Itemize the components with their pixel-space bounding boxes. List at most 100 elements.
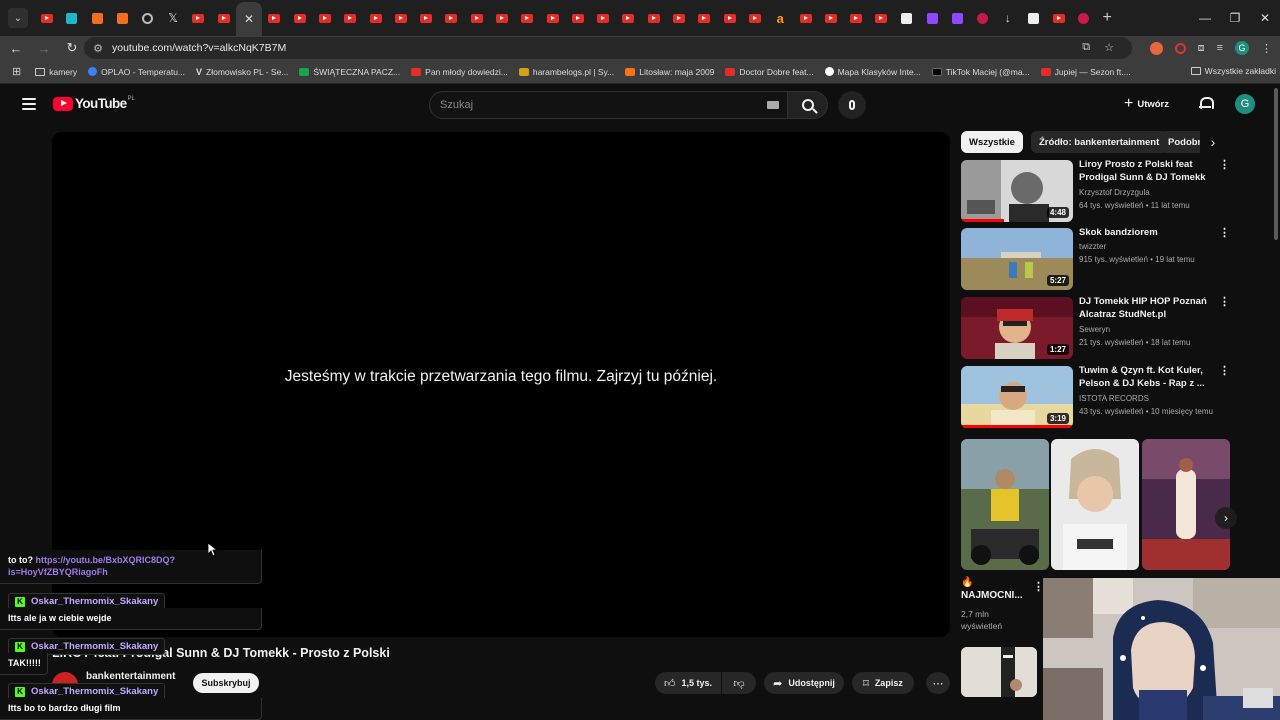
browser-tab[interactable] <box>186 4 211 32</box>
extensions-puzzle-icon[interactable]: ⧈ <box>1198 42 1205 55</box>
browser-tab[interactable] <box>1021 4 1046 32</box>
browser-tab[interactable]: 𝕏 <box>160 4 185 32</box>
browser-tab[interactable] <box>363 4 388 32</box>
keyboard-icon[interactable] <box>767 101 779 109</box>
browser-tab[interactable] <box>135 4 160 32</box>
new-tab-button[interactable]: + <box>1102 9 1111 27</box>
short-title[interactable]: NAJMOCNI... <box>961 590 1023 601</box>
browser-tab[interactable] <box>312 4 337 32</box>
recommendation-channel[interactable]: Seweryn <box>1079 325 1110 334</box>
recommendation-channel[interactable]: Krzysztof Drzyzgula <box>1079 188 1150 197</box>
browser-tab[interactable] <box>110 4 135 32</box>
recommendation-item[interactable]: 4:48 Liroy Prosto z Polski feat Prodigal … <box>961 158 1231 222</box>
browser-tab[interactable] <box>85 4 110 32</box>
chip-similar[interactable]: Podobne <box>1160 131 1200 153</box>
browser-tab[interactable] <box>1071 4 1096 32</box>
browser-tab[interactable]: ✕ <box>236 2 262 36</box>
browser-tab[interactable] <box>641 4 666 32</box>
kebab-menu-icon[interactable]: ⋮ <box>1261 42 1272 55</box>
browser-tab[interactable] <box>616 4 641 32</box>
short-thumbnail[interactable] <box>1142 439 1230 570</box>
browser-tab[interactable] <box>970 4 995 32</box>
browser-tab[interactable] <box>666 4 691 32</box>
back-icon[interactable]: ← <box>4 36 28 60</box>
recommendation-title[interactable]: Tuwim & Qzyn ft. Kot Kuler, Pelson & DJ … <box>1079 364 1219 390</box>
recommendation-thumbnail[interactable] <box>961 647 1037 697</box>
chip-all[interactable]: Wszystkie <box>961 131 1023 153</box>
dislike-button[interactable]: 👎︎ <box>722 672 756 694</box>
close-tab-icon[interactable]: ✕ <box>244 12 254 26</box>
browser-tab[interactable] <box>489 4 514 32</box>
apps-grid-icon[interactable]: ⊞ <box>12 65 21 78</box>
more-vertical-icon[interactable]: ⋮ <box>1219 160 1230 171</box>
account-avatar[interactable]: G <box>1235 94 1255 114</box>
search-button[interactable] <box>788 91 828 119</box>
site-info-icon[interactable]: ⚙ <box>88 42 108 55</box>
browser-tab[interactable] <box>844 4 869 32</box>
browser-tab[interactable] <box>692 4 717 32</box>
recommendation-item[interactable]: 1:27 DJ Tomekk HIP HOP Poznań Alcatraz St… <box>961 295 1231 359</box>
browser-tab[interactable] <box>894 4 919 32</box>
browser-tab[interactable] <box>388 4 413 32</box>
address-bar[interactable]: ⚙ youtube.com/watch?v=alkcNqK7B7M ⧉ ☆ <box>84 37 1132 59</box>
recommendation-item[interactable]: 5:27 Skok bandziorem twizzter 915 tys. wyśw… <box>961 226 1231 290</box>
more-vertical-icon[interactable]: ⋮ <box>1219 228 1230 239</box>
media-control-icon[interactable]: ≡ <box>1217 42 1223 54</box>
recommendation-channel[interactable]: twizzter <box>1079 242 1106 251</box>
recommendation-channel[interactable]: ISTOTA RECORDS <box>1079 394 1149 403</box>
bookmark-item[interactable]: kamery <box>35 67 77 77</box>
more-vertical-icon[interactable]: ⋮ <box>1219 366 1230 377</box>
recommendation-thumbnail[interactable]: 5:27 <box>961 228 1073 290</box>
search-input[interactable] <box>430 92 730 118</box>
bookmark-star-icon[interactable]: ☆ <box>1104 41 1114 54</box>
recommendation-title[interactable]: DJ Tomekk HIP HOP Poznań Alcatraz StudNe… <box>1079 295 1219 321</box>
chevron-right-icon[interactable]: › <box>1204 133 1222 151</box>
minimize-icon[interactable]: — <box>1190 0 1220 36</box>
recommendation-title[interactable]: Skok bandziorem <box>1079 226 1219 239</box>
extension-icon[interactable] <box>1174 42 1186 54</box>
bookmark-item[interactable]: V Złomowisko PL - Se... <box>196 67 288 77</box>
page-scrollbar[interactable] <box>1274 88 1278 240</box>
recommendation-title[interactable]: Liroy Prosto z Polski feat Prodigal Sunn… <box>1079 158 1219 184</box>
browser-tab[interactable] <box>439 4 464 32</box>
chip-source[interactable]: Źródło: bankentertainment <box>1030 131 1168 153</box>
recommendation-item[interactable]: 3:19 Tuwim & Qzyn ft. Kot Kuler, Pelson &… <box>961 364 1231 428</box>
bookmark-item[interactable]: ŚWIĄTECZNA PACZ... <box>299 67 400 77</box>
bookmark-item[interactable]: harambelogs.pl | Sy... <box>518 67 614 77</box>
youtube-logo[interactable]: YouTube PL <box>53 96 135 111</box>
recommendation-thumbnail[interactable]: 1:27 <box>961 297 1073 359</box>
browser-tab[interactable] <box>34 4 59 32</box>
share-button[interactable]: ➦ Udostępnij <box>764 672 844 694</box>
browser-tab[interactable] <box>591 4 616 32</box>
browser-tab[interactable] <box>413 4 438 32</box>
shorts-next-chevron-icon[interactable]: › <box>1215 507 1237 529</box>
cast-icon[interactable]: ⧉ <box>1082 41 1090 54</box>
browser-tab[interactable] <box>262 4 287 32</box>
browser-tab[interactable] <box>338 4 363 32</box>
browser-tab[interactable] <box>59 4 84 32</box>
bookmark-item[interactable]: Mapa Klasyków Inte... <box>824 67 921 77</box>
all-bookmarks[interactable]: Wszystkie zakładki <box>1190 66 1276 76</box>
browser-tab[interactable] <box>565 4 590 32</box>
like-button[interactable]: 👍︎ 1,5 tys. <box>655 672 721 694</box>
browser-tab[interactable] <box>515 4 540 32</box>
forward-icon[interactable]: → <box>32 36 56 60</box>
notifications-bell-icon[interactable] <box>1199 96 1214 110</box>
browser-tab[interactable] <box>717 4 742 32</box>
more-vertical-icon[interactable]: ⋮ <box>1219 297 1230 308</box>
browser-tab[interactable] <box>464 4 489 32</box>
recommendation-thumbnail[interactable]: 4:48 <box>961 160 1073 222</box>
voice-search-button[interactable] <box>838 91 866 119</box>
browser-tab[interactable] <box>1046 4 1071 32</box>
browser-tab[interactable] <box>945 4 970 32</box>
close-window-icon[interactable]: ✕ <box>1250 0 1280 36</box>
save-button[interactable]: ⌑ Zapisz <box>852 672 914 694</box>
guide-menu-icon[interactable] <box>22 98 36 110</box>
bookmark-item[interactable]: Doctor Dobre feat... <box>725 67 814 77</box>
browser-tab[interactable] <box>540 4 565 32</box>
browser-tab[interactable] <box>211 4 236 32</box>
browser-tab[interactable] <box>869 4 894 32</box>
create-button[interactable]: + Utwórz <box>1124 94 1169 114</box>
browser-tab[interactable]: a <box>768 4 793 32</box>
bookmark-item[interactable]: Jupiej — Sezon ft.... <box>1040 67 1131 77</box>
